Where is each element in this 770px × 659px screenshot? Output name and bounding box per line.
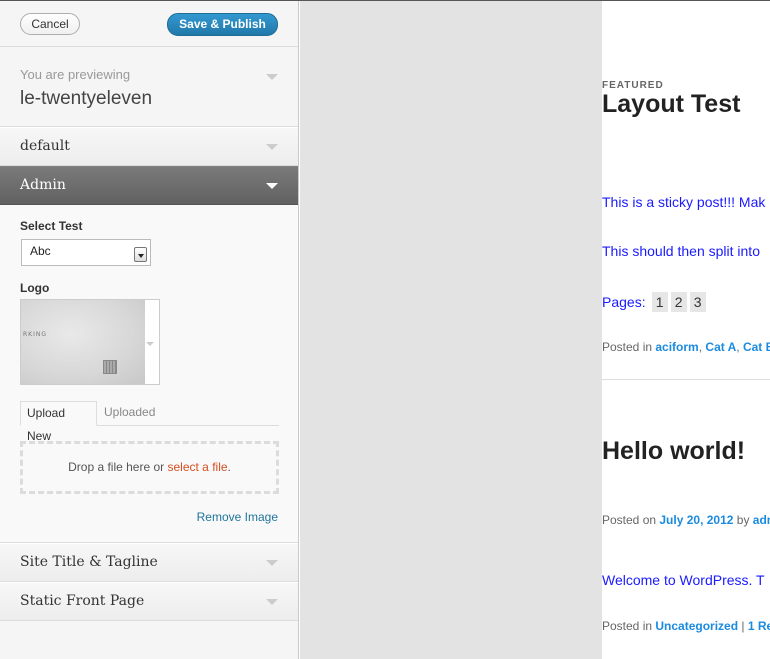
chevron-down-icon (266, 144, 278, 150)
chevron-down-icon (266, 560, 278, 566)
logo-image-window (103, 360, 117, 374)
logo-preview[interactable]: RKING (20, 299, 160, 385)
welcome-text: Welcome to WordPress. T (602, 572, 765, 588)
theme-info-section[interactable]: You are previewing le-twentyeleven (0, 47, 298, 127)
remove-image-link[interactable]: Remove Image (197, 510, 278, 524)
dropdown-arrow-icon[interactable] (134, 247, 147, 262)
posted-on-label: Posted on (602, 513, 660, 527)
select-test-value: Abc (30, 244, 51, 258)
select-file-link[interactable]: select a file (168, 460, 228, 474)
customizer-sidebar: Cancel Save & Publish You are previewing… (0, 1, 299, 659)
page-link-2[interactable]: 2 (670, 292, 687, 312)
post-date-link[interactable]: July 20, 2012 (659, 513, 733, 527)
pipe-separator: | (738, 619, 748, 633)
comma-separator: , (736, 340, 743, 354)
category-link-cat-a[interactable]: Cat A (705, 340, 736, 354)
post2-date-meta: Posted on July 20, 2012 by adm (602, 513, 770, 527)
pages-label: Pages: (602, 294, 646, 310)
admin-section-body: Select Test Abc Logo RKING Upload New Up… (0, 205, 298, 543)
pagination: Pages: 1 2 3 (602, 292, 709, 312)
select-test-label: Select Test (20, 219, 83, 233)
cancel-button[interactable]: Cancel (20, 13, 80, 35)
chevron-down-icon (266, 183, 278, 189)
chevron-down-icon (266, 74, 278, 80)
author-link[interactable]: adm (753, 513, 770, 527)
select-test-dropdown[interactable]: Abc (21, 239, 151, 266)
category-link-cat-b[interactable]: Cat B (743, 340, 770, 354)
chevron-down-icon[interactable] (146, 342, 154, 346)
page-link-1[interactable]: 1 (651, 292, 668, 312)
section-admin-title: Admin (20, 177, 66, 193)
section-default-title: default (20, 138, 70, 154)
posted-in-label: Posted in (602, 340, 656, 354)
post-title-layout-test[interactable]: Layout Test (602, 90, 740, 119)
post-title-hello-world[interactable]: Hello world! (602, 437, 745, 466)
drop-text: Drop a file here or (68, 460, 168, 474)
post2-meta: Posted in Uncategorized | 1 Re (602, 619, 770, 633)
logo-label: Logo (20, 281, 50, 295)
section-site-title[interactable]: Site Title & Tagline (0, 543, 298, 582)
section-site-title-title: Site Title & Tagline (20, 554, 158, 570)
upload-tabs: Upload New Uploaded (20, 401, 279, 443)
section-admin[interactable]: Admin (0, 166, 298, 205)
logo-image: RKING (21, 300, 145, 384)
preview-background (300, 1, 602, 659)
site-preview: FEATURED Layout Test This is a sticky po… (602, 1, 770, 659)
post-divider (602, 379, 770, 380)
file-dropzone[interactable]: Drop a file here or select a file. (20, 441, 279, 494)
previewing-label: You are previewing (20, 67, 131, 82)
sidebar-header: Cancel Save & Publish (0, 1, 298, 47)
tab-uploaded[interactable]: Uploaded (98, 401, 161, 426)
category-link-uncategorized[interactable]: Uncategorized (655, 619, 738, 633)
drop-suffix: . (227, 460, 231, 474)
post1-meta: Posted in aciform, Cat A, Cat B (602, 340, 770, 354)
replies-link[interactable]: 1 Re (748, 619, 770, 633)
sticky-post-text: This is a sticky post!!! Mak (602, 194, 766, 210)
top-border (0, 0, 770, 1)
by-label: by (733, 513, 753, 527)
category-link-aciform[interactable]: aciform (655, 340, 698, 354)
save-publish-button[interactable]: Save & Publish (167, 13, 278, 36)
page-link-3[interactable]: 3 (689, 292, 706, 312)
chevron-down-icon (266, 599, 278, 605)
logo-image-text: RKING (23, 331, 48, 338)
section-static-front-page[interactable]: Static Front Page (0, 582, 298, 621)
theme-name: le-twentyeleven (20, 88, 153, 109)
tab-upload-new[interactable]: Upload New (20, 401, 97, 443)
section-default[interactable]: default (0, 127, 298, 166)
split-text: This should then split into (602, 243, 760, 259)
section-static-front-page-title: Static Front Page (20, 593, 145, 609)
posted-in-label: Posted in (602, 619, 656, 633)
